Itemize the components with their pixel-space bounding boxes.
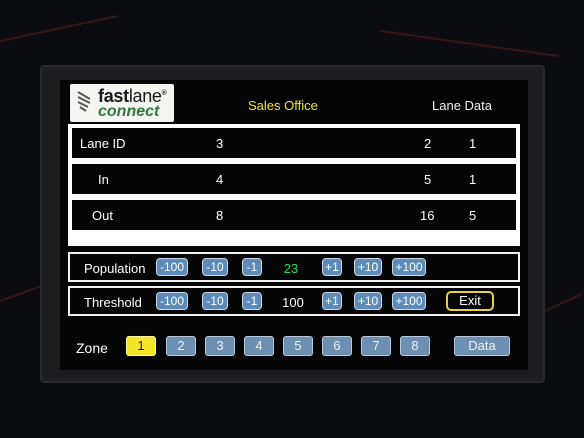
out-value: 5 (469, 208, 477, 223)
lane-id-label: Lane ID (80, 136, 126, 151)
population-value: 23 (283, 261, 299, 276)
lane-data-table: Lane ID 3 2 1 In 4 5 1 Out 8 16 5 (68, 124, 520, 246)
threshold-minus-1-button[interactable]: -1 (242, 292, 262, 310)
threshold-plus-1-button[interactable]: +1 (322, 292, 342, 310)
fastlane-connect-logo: fastlane® connect (70, 84, 174, 122)
in-value: 4 (216, 172, 224, 187)
data-button[interactable]: Data (454, 336, 510, 356)
threshold-plus-100-button[interactable]: +100 (392, 292, 426, 310)
population-minus-10-button[interactable]: -10 (202, 258, 228, 276)
lane-id-value: 1 (469, 136, 477, 151)
population-minus-100-button[interactable]: -100 (156, 258, 188, 276)
population-plus-100-button[interactable]: +100 (392, 258, 426, 276)
zone-6-button[interactable]: 6 (322, 336, 352, 356)
out-label: Out (92, 208, 113, 223)
touch-screen: fastlane® connect Sales Office Lane Data… (60, 80, 528, 370)
background-cable (545, 293, 583, 312)
zone-8-button[interactable]: 8 (400, 336, 430, 356)
zone-5-button[interactable]: 5 (283, 336, 313, 356)
zone-1-button[interactable]: 1 (126, 336, 156, 356)
lane-id-value: 2 (424, 136, 432, 151)
threshold-minus-100-button[interactable]: -100 (156, 292, 188, 310)
threshold-value: 100 (282, 295, 304, 310)
out-value: 8 (216, 208, 224, 223)
population-plus-10-button[interactable]: +10 (354, 258, 382, 276)
lane-id-value: 3 (216, 136, 224, 151)
threshold-label: Threshold (84, 295, 142, 310)
population-plus-1-button[interactable]: +1 (322, 258, 342, 276)
logo-connect-text: connect (98, 103, 160, 120)
zone-7-button[interactable]: 7 (361, 336, 391, 356)
table-row-lane-id: Lane ID 3 2 1 (72, 128, 516, 158)
background-cable (0, 284, 43, 302)
background-cable (0, 15, 118, 42)
zone-3-button[interactable]: 3 (205, 336, 235, 356)
zone-2-button[interactable]: 2 (166, 336, 196, 356)
threshold-plus-10-button[interactable]: +10 (354, 292, 382, 310)
exit-button[interactable]: Exit (446, 291, 494, 311)
in-value: 5 (424, 172, 432, 187)
table-row-out: Out 8 16 5 (72, 200, 516, 230)
zone-4-button[interactable]: 4 (244, 336, 274, 356)
out-value: 16 (420, 208, 435, 223)
population-control-row: Population -100 -10 -1 23 +1 +10 +100 (68, 252, 520, 282)
population-minus-1-button[interactable]: -1 (242, 258, 262, 276)
zone-label: Zone (76, 340, 108, 356)
in-label: In (98, 172, 109, 187)
table-row-in: In 4 5 1 (72, 164, 516, 194)
logo-arrow-icon (77, 91, 91, 112)
threshold-minus-10-button[interactable]: -10 (202, 292, 228, 310)
threshold-control-row: Threshold -100 -10 -1 100 +1 +10 +100 Ex… (68, 286, 520, 316)
population-label: Population (84, 261, 146, 276)
background-cable (379, 30, 559, 58)
logo-registered-mark: ® (161, 90, 167, 97)
in-value: 1 (469, 172, 477, 187)
page-title: Sales Office (248, 98, 318, 113)
lane-data-label: Lane Data (432, 98, 492, 113)
